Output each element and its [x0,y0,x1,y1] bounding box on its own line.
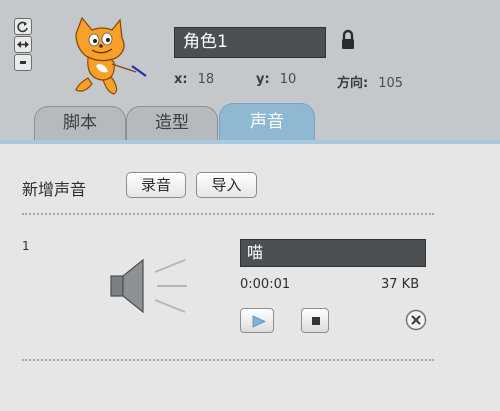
direction-value: 105 [378,76,404,91]
lock-icon[interactable] [340,29,356,51]
tab-sounds[interactable]: 声音 [219,103,315,141]
sound-size: 37 KB [381,277,420,292]
x-coordinate: x: 18 [174,72,214,87]
stop-button[interactable] [301,308,329,333]
divider [22,213,434,215]
play-icon [252,315,266,328]
dont-rotate-icon [20,61,26,64]
delete-sound-button[interactable] [405,309,427,331]
sprite-name-input[interactable]: 角色1 [174,27,326,58]
sounds-panel: 新增声音 录音 导入 1 喵 0:00:01 37 KB [0,144,500,411]
tab-scripts[interactable]: 脚本 [34,106,126,140]
tab-costumes[interactable]: 造型 [126,106,218,140]
y-coordinate: y: 10 [256,72,296,87]
rotate-all-around-button[interactable] [14,18,32,35]
rotate-all-around-icon [17,21,28,33]
divider [22,359,434,361]
new-sound-label: 新增声音 [22,180,87,199]
direction-readout: 方向: 105 [337,72,403,91]
sprite-thumbnail-cat[interactable] [62,14,148,98]
direction-label: 方向: [337,76,369,91]
sound-index: 1 [22,239,30,253]
speaker-icon[interactable] [105,254,191,318]
sound-duration: 0:00:01 [240,277,291,292]
play-button[interactable] [240,308,274,333]
x-value: 18 [197,72,215,87]
import-button[interactable]: 导入 [196,172,257,198]
left-right-flip-icon [17,41,29,48]
y-value: 10 [279,72,297,87]
stop-icon [312,317,320,325]
sprite-info-header: 角色1 x: 18 y: 10 方向: 105 脚本 造型 声音 [0,0,500,141]
sound-name-input[interactable]: 喵 [240,239,426,267]
x-label: x: [174,72,188,87]
left-right-flip-button[interactable] [14,36,32,53]
record-button[interactable]: 录音 [126,172,186,198]
y-label: y: [256,72,270,87]
dont-rotate-button[interactable] [14,54,32,71]
